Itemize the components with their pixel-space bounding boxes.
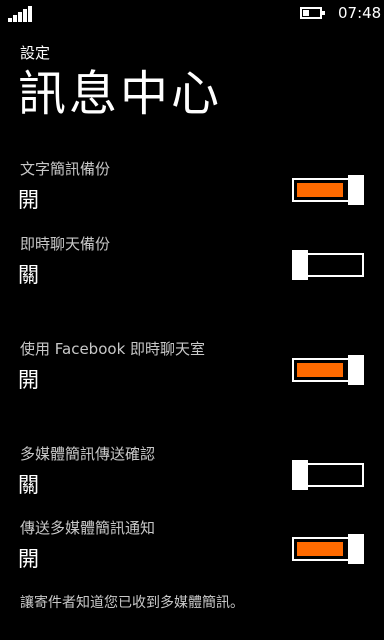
setting-state: 開 xyxy=(18,547,39,571)
setting-label: 文字簡訊備份 xyxy=(20,160,111,178)
toggle-fill xyxy=(297,363,343,377)
app-title: 設定 xyxy=(20,44,51,62)
clock: 07:48 xyxy=(338,4,382,22)
setting-state: 關 xyxy=(18,473,39,497)
toggle-thumb[interactable] xyxy=(348,355,364,385)
send-mms-notification-toggle[interactable] xyxy=(292,534,364,564)
battery-level xyxy=(303,10,309,16)
toggle-thumb[interactable] xyxy=(348,534,364,564)
toggle-thumb[interactable] xyxy=(348,175,364,205)
setting-state: 開 xyxy=(18,368,39,392)
mms-notification-description: 讓寄件者知道您已收到多媒體簡訊。 xyxy=(20,595,244,611)
setting-label: 即時聊天備份 xyxy=(20,235,111,253)
setting-label: 傳送多媒體簡訊通知 xyxy=(20,519,156,537)
toggle-thumb[interactable] xyxy=(292,250,308,280)
sms-backup-toggle[interactable] xyxy=(292,175,364,205)
mms-delivery-confirmation-toggle[interactable] xyxy=(292,460,364,490)
battery-icon xyxy=(300,7,325,19)
setting-label: 多媒體簡訊傳送確認 xyxy=(20,445,156,463)
toggle-thumb[interactable] xyxy=(292,460,308,490)
toggle-fill xyxy=(297,183,343,197)
chat-backup-toggle[interactable] xyxy=(292,250,364,280)
status-bar: 07:48 xyxy=(0,0,384,30)
toggle-fill xyxy=(297,542,343,556)
page-title: 訊息中心 xyxy=(18,66,223,122)
facebook-chat-toggle[interactable] xyxy=(292,355,364,385)
setting-state: 關 xyxy=(18,263,39,287)
setting-label: 使用 Facebook 即時聊天室 xyxy=(20,340,206,358)
setting-state: 開 xyxy=(18,188,39,212)
signal-strength-icon xyxy=(8,6,34,22)
